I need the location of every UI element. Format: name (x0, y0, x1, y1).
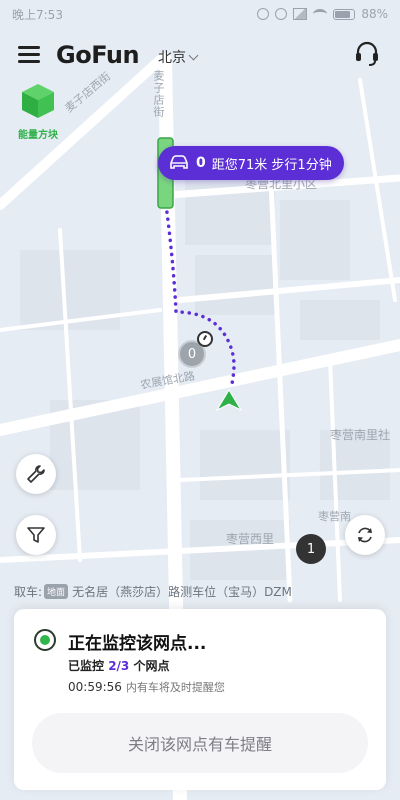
area-label-south: 枣营西里 (226, 532, 275, 546)
car-icon (170, 155, 188, 169)
logo-text: GoFun (56, 41, 140, 69)
energy-label: 能量方块 (18, 130, 58, 141)
monitor-timer: 00:59:56 内有车将及时提醒您 (68, 679, 225, 695)
energy-cube-button[interactable]: 能量方块 (14, 82, 62, 141)
signal-icon (293, 8, 308, 20)
monitor-suffix: 个网点 (129, 659, 170, 673)
pickup-prefix: 取车: (14, 584, 43, 599)
refresh-button[interactable] (345, 515, 385, 555)
status-time: 晚上7:53 (12, 7, 63, 22)
wifi-icon (313, 9, 328, 19)
close-reminder-button[interactable]: 关闭该网点有车提醒 (32, 713, 368, 773)
timer-subtext: 内有车将及时提醒您 (125, 681, 225, 694)
logo: GoFun (56, 40, 140, 70)
chevron-down-icon (188, 50, 199, 60)
area-label-south2: 枣营南 (318, 510, 351, 523)
monitor-count: 2/3 (108, 659, 130, 673)
monitor-prefix: 已监控 (68, 659, 109, 673)
wrench-button[interactable] (16, 454, 56, 494)
battery-icon (333, 8, 356, 20)
cluster-count: 1 (306, 541, 316, 557)
alarm-icon (257, 8, 270, 20)
car-distance-tooltip[interactable]: 0 距您71米 步行1分钟 (158, 146, 344, 180)
station-cluster-dark[interactable]: 1 (296, 534, 326, 564)
pickup-tag: 地面 (44, 583, 69, 599)
cube-icon (22, 84, 54, 118)
battery-level: 88% (361, 7, 388, 21)
city-selector[interactable]: 北京 (158, 47, 199, 67)
timer-value: 00:59:56 (68, 680, 122, 694)
status-bar: 晚上7:53 88% (0, 0, 400, 28)
filter-button[interactable] (16, 515, 56, 555)
cluster-count: 0 (187, 346, 197, 362)
refresh-icon (358, 527, 372, 543)
header: GoFun 北京 (0, 36, 400, 76)
car-count: 0 (196, 155, 206, 171)
monitor-title: 正在监控该网点... (68, 634, 207, 654)
monitor-status: 已监控 2/3 个网点 (68, 657, 169, 674)
wrench-icon (27, 465, 45, 483)
location-pin-icon (34, 629, 56, 651)
menu-icon[interactable] (18, 44, 42, 64)
city-label: 北京 (158, 50, 186, 66)
location-arrow-icon (216, 389, 242, 411)
filter-icon (27, 527, 45, 543)
area-label-southeast: 枣营南里社 (330, 428, 391, 442)
headset-icon[interactable] (352, 38, 382, 68)
clock-icon (197, 331, 213, 347)
pickup-text: 无名居（燕莎店）路测车位（宝马）DZM (72, 584, 292, 599)
status-icons: 88% (257, 7, 388, 21)
pickup-location: 取车: 地面 无名居（燕莎店）路测车位（宝马）DZM (0, 580, 400, 602)
dnd-icon (275, 8, 288, 20)
monitor-card: 正在监控该网点... 已监控 2/3 个网点 00:59:56 内有车将及时提醒您… (14, 609, 386, 790)
car-distance-text: 距您71米 步行1分钟 (211, 157, 332, 173)
road-label-vertical: 麦子店街 (152, 70, 165, 118)
